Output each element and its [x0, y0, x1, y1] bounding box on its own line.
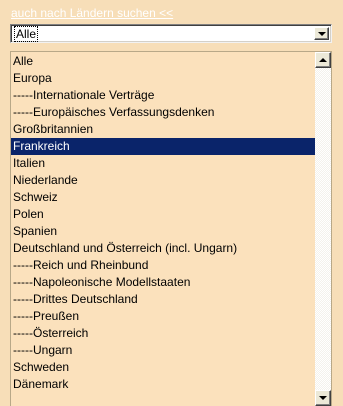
list-option[interactable]: -----Österreich [11, 325, 316, 342]
list-option[interactable]: Spanien [11, 223, 316, 240]
list-option[interactable]: -----Preußen [11, 308, 316, 325]
arrow-down-icon [319, 396, 327, 400]
list-option[interactable]: Alle [11, 53, 316, 70]
scroll-up-button[interactable] [315, 52, 331, 68]
list-option[interactable]: Dänemark [11, 376, 316, 393]
arrow-up-icon [319, 58, 327, 62]
list-option[interactable]: Italien [11, 155, 316, 172]
list-option[interactable]: Polen [11, 206, 316, 223]
option-list: Alle Europa -----Internationale Verträge --… [11, 53, 316, 393]
list-option[interactable]: Deutschland und Österreich (incl. Ungarn… [11, 240, 316, 257]
list-option[interactable]: -----Ungarn [11, 342, 316, 359]
dropdown-button[interactable] [314, 27, 329, 40]
list-option[interactable]: Großbritannien [11, 121, 316, 138]
chevron-down-icon [318, 32, 326, 36]
list-option[interactable]: -----Reich und Rheinbund [11, 257, 316, 274]
list-option[interactable]: -----Napoleonische Modellstaaten [11, 274, 316, 291]
country-listbox[interactable]: Alle Europa -----Internationale Verträge --… [10, 51, 332, 406]
scroll-down-button[interactable] [315, 390, 331, 406]
list-option[interactable]: -----Internationale Verträge [11, 87, 316, 104]
list-option[interactable]: Frankreich [11, 138, 316, 155]
list-option[interactable]: -----Drittes Deutschland [11, 291, 316, 308]
country-select[interactable]: Alle [10, 24, 332, 43]
select-value: Alle [14, 26, 39, 42]
search-by-country-link[interactable]: auch nach Ländern suchen << [11, 6, 173, 20]
scrollbar-track[interactable] [315, 68, 331, 390]
list-option[interactable]: Niederlande [11, 172, 316, 189]
list-option[interactable]: Europa [11, 70, 316, 87]
scrollbar[interactable] [315, 52, 331, 406]
list-option[interactable]: Schweiz [11, 189, 316, 206]
list-option[interactable]: Schweden [11, 359, 316, 376]
list-option[interactable]: -----Europäisches Verfassungsdenken [11, 104, 316, 121]
